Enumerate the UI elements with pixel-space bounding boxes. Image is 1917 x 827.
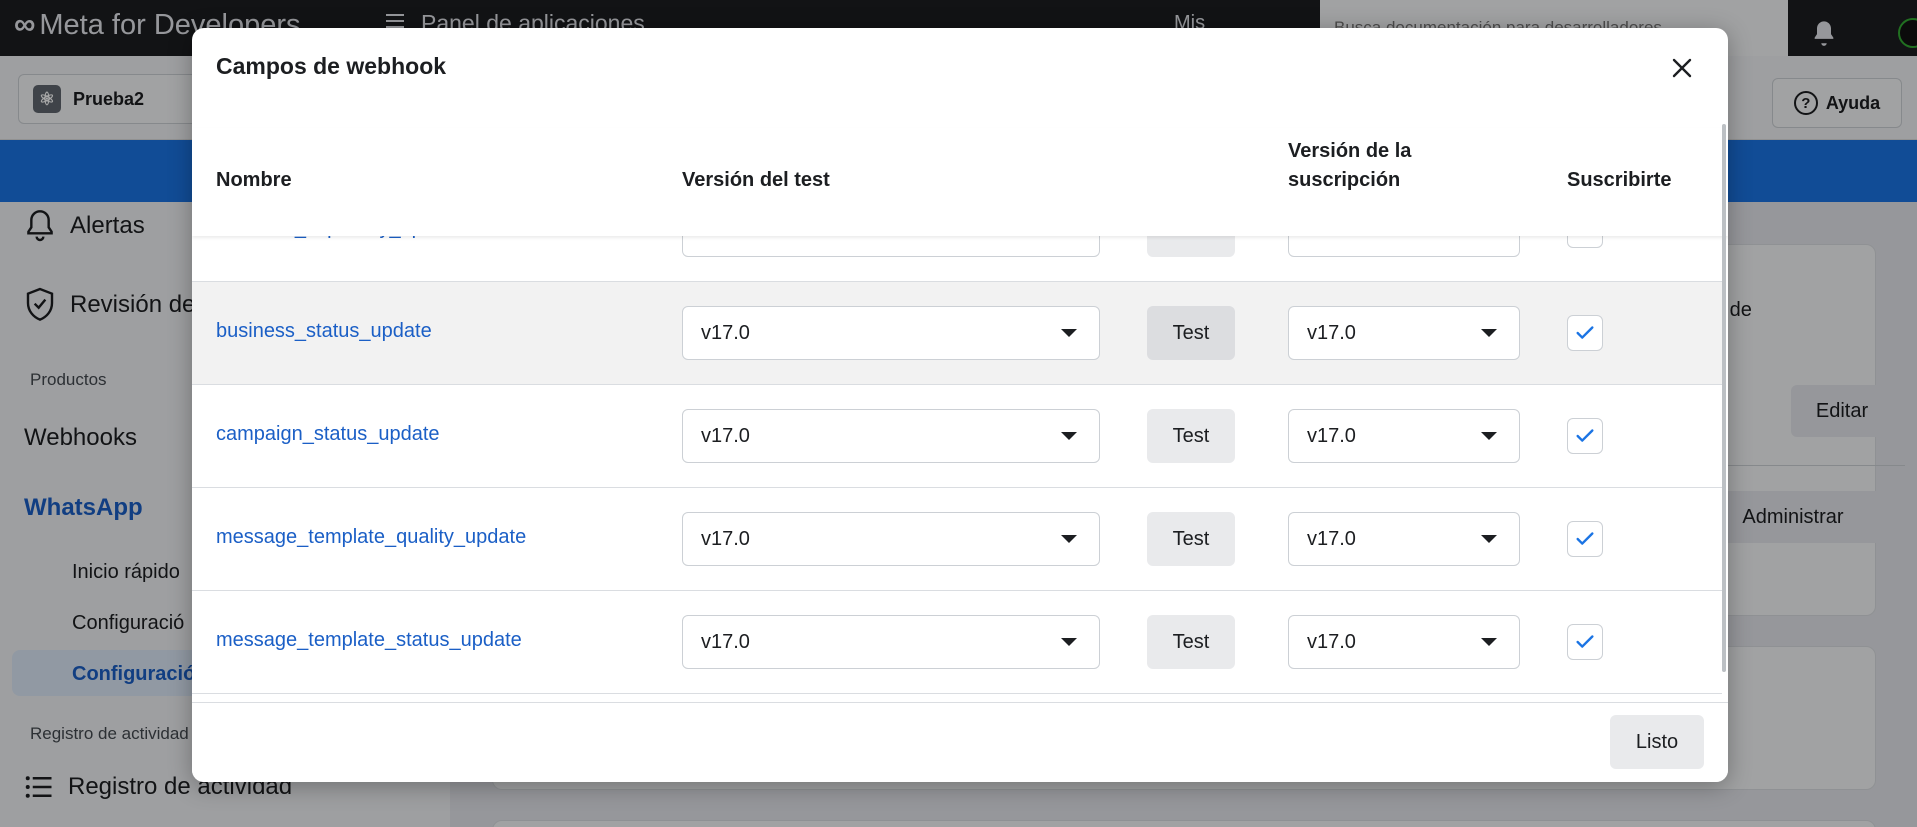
subscription-version-select[interactable]: v17.0 <box>1288 512 1520 566</box>
header-line: suscripción <box>1288 169 1401 191</box>
subscribe-checkbox[interactable] <box>1567 315 1603 351</box>
field-name-link[interactable]: message_template_status_update <box>216 629 522 652</box>
test-version-select[interactable]: v17.0 <box>682 409 1100 463</box>
caret-down-icon <box>1061 638 1077 646</box>
checkmark-icon <box>1576 326 1594 339</box>
caret-down-icon <box>1481 535 1497 543</box>
select-value: v17.0 <box>1307 630 1356 653</box>
select-value: v17.0 <box>1307 321 1356 344</box>
field-name-link[interactable]: message_template_quality_update <box>216 526 526 549</box>
test-version-select[interactable]: v17.0 <box>682 306 1100 360</box>
column-header-name: Nombre <box>216 169 292 191</box>
field-name-link[interactable]: business_status_update <box>216 320 432 343</box>
test-version-select[interactable]: v17.0 <box>682 512 1100 566</box>
subscribe-checkbox[interactable] <box>1567 418 1603 454</box>
test-button[interactable]: Test <box>1147 306 1235 360</box>
caret-down-icon <box>1061 432 1077 440</box>
select-value: v17.0 <box>701 424 750 447</box>
table-row: campaign_status_update v17.0 Test v17.0 <box>192 385 1722 488</box>
select-value: v17.0 <box>701 321 750 344</box>
checkmark-icon <box>1576 532 1594 545</box>
checkmark-icon <box>1576 635 1594 648</box>
column-header-subscription-version: Versión de la suscripción <box>1288 137 1411 195</box>
close-icon[interactable] <box>1664 50 1700 86</box>
caret-down-icon <box>1061 535 1077 543</box>
column-header-test-version: Versión del test <box>682 169 830 191</box>
field-name-link[interactable]: campaign_status_update <box>216 423 440 446</box>
select-value: v17.0 <box>701 527 750 550</box>
webhook-fields-dialog: Campos de webhook Nombre Versión del tes… <box>192 28 1728 782</box>
caret-down-icon <box>1481 329 1497 337</box>
subscribe-checkbox[interactable] <box>1567 624 1603 660</box>
header-line: Versión de la <box>1288 140 1412 162</box>
test-version-select[interactable]: v17.0 <box>682 615 1100 669</box>
select-value: v17.0 <box>701 630 750 653</box>
dialog-scrollbar[interactable] <box>1722 124 1726 672</box>
caret-down-icon <box>1481 638 1497 646</box>
table-row: message_template_status_update v17.0 Tes… <box>192 591 1722 694</box>
select-value: v17.0 <box>1307 527 1356 550</box>
column-header-subscribe: Suscribirte <box>1567 169 1672 191</box>
test-button[interactable]: Test <box>1147 512 1235 566</box>
test-button[interactable]: Test <box>1147 409 1235 463</box>
dialog-footer: Listo <box>192 702 1728 782</box>
done-button[interactable]: Listo <box>1610 715 1704 769</box>
subscription-version-select[interactable]: v17.0 <box>1288 306 1520 360</box>
subscription-version-select[interactable]: v17.0 <box>1288 615 1520 669</box>
select-value: v17.0 <box>1307 424 1356 447</box>
table-row: message_template_quality_update v17.0 Te… <box>192 488 1722 591</box>
dialog-title: Campos de webhook <box>216 53 447 79</box>
subscription-version-select[interactable]: v17.0 <box>1288 409 1520 463</box>
subscribe-checkbox[interactable] <box>1567 521 1603 557</box>
checkmark-icon <box>1576 429 1594 442</box>
caret-down-icon <box>1061 329 1077 337</box>
table-row: business_status_update v17.0 Test v17.0 <box>192 282 1722 385</box>
table-header: Nombre Versión del test Versión de la su… <box>192 128 1728 236</box>
caret-down-icon <box>1481 432 1497 440</box>
test-button[interactable]: Test <box>1147 615 1235 669</box>
